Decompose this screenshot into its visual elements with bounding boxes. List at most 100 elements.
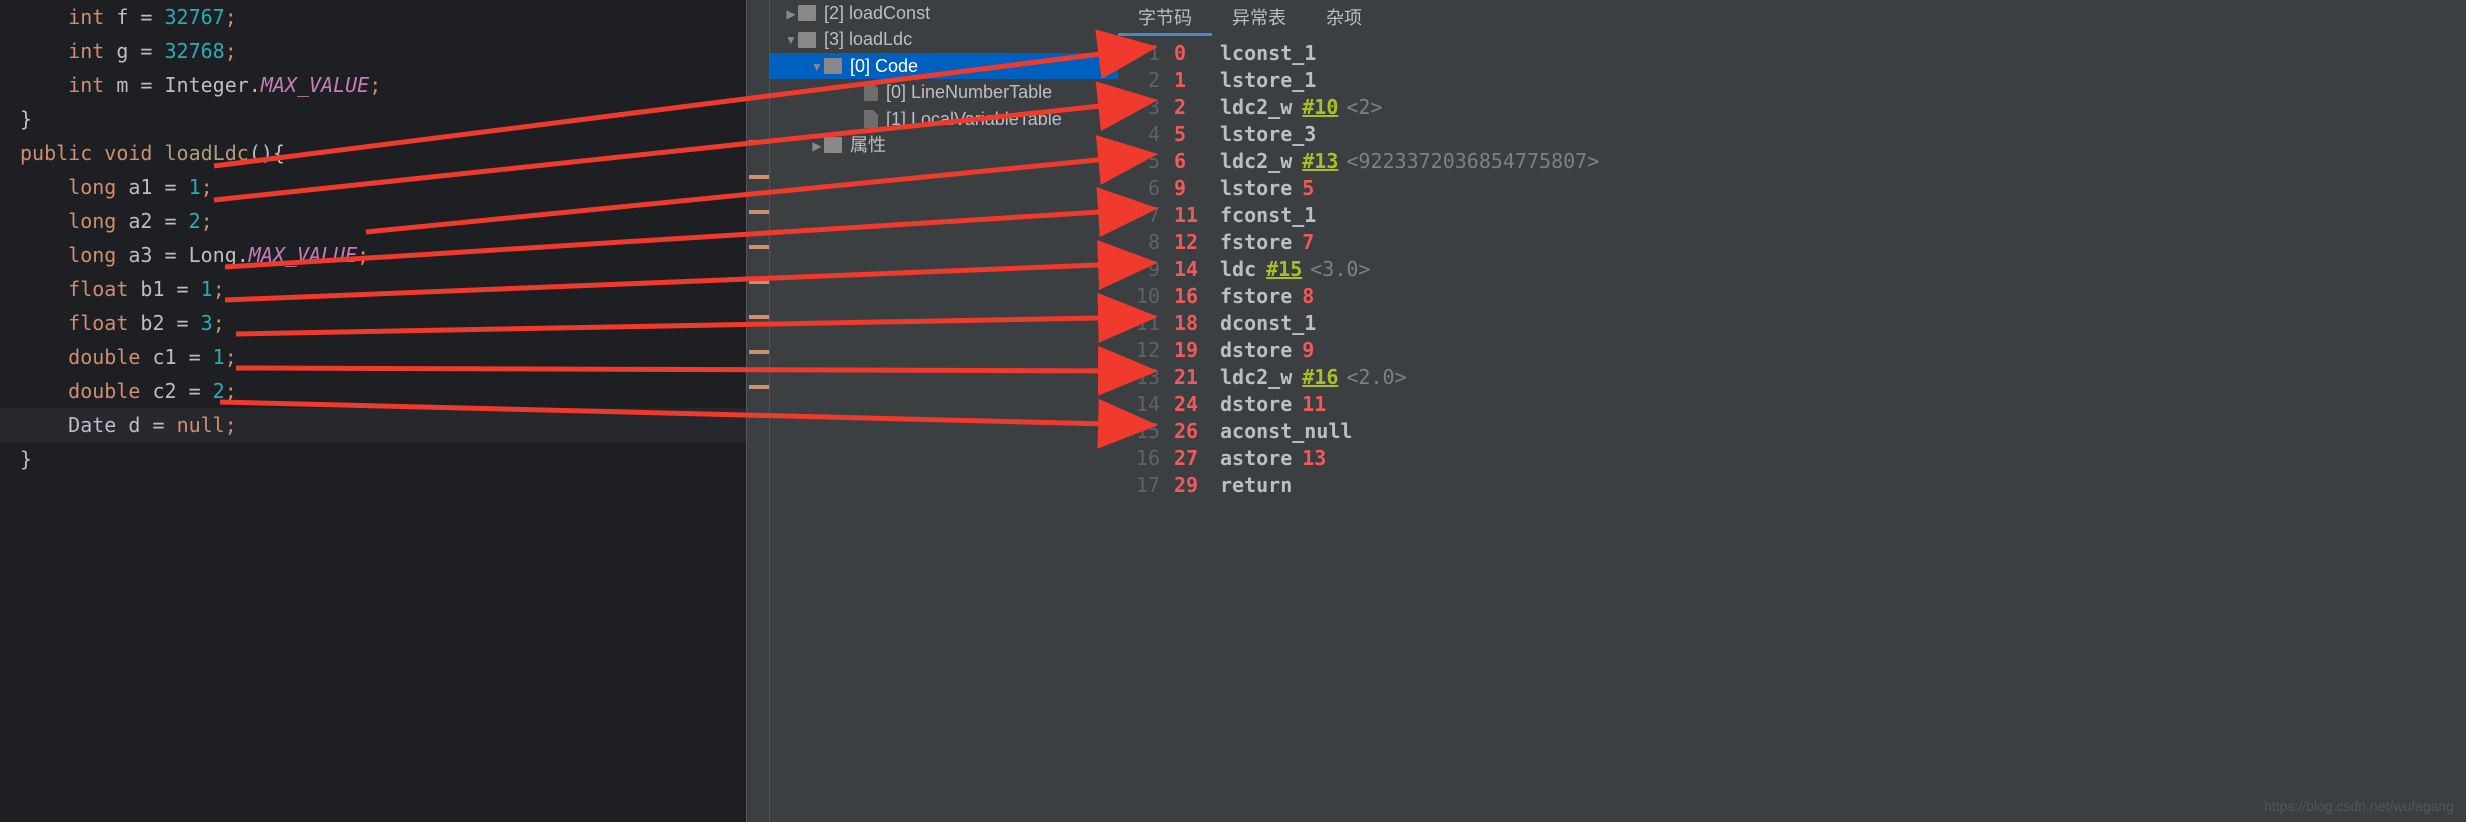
gutter-mark <box>749 245 769 249</box>
bytecode-arg: 9 <box>1302 337 1314 364</box>
bytecode-const-ref: #10 <box>1302 94 1338 121</box>
bytecode-offset: 21 <box>1174 364 1210 391</box>
main-layout: int f = 32767; int g = 32768; int m = In… <box>0 0 2466 822</box>
bytecode-offset: 11 <box>1174 202 1210 229</box>
code-line[interactable]: long a1 = 1; <box>0 170 746 204</box>
tab[interactable]: 杂项 <box>1306 0 1382 36</box>
tree-item[interactable]: [0] LineNumberTable <box>770 79 1118 105</box>
bytecode-const-ref: #16 <box>1302 364 1338 391</box>
code-line[interactable]: int g = 32768; <box>0 34 746 68</box>
bytecode-line[interactable]: 56ldc2_w#13<9223372036854775807> <box>1118 148 2466 175</box>
bytecode-line[interactable]: 69lstore5 <box>1118 175 2466 202</box>
tab[interactable]: 字节码 <box>1118 0 1212 36</box>
bytecode-offset: 6 <box>1174 148 1210 175</box>
bytecode-offset: 29 <box>1174 472 1210 499</box>
bytecode-line[interactable]: 914ldc#15<3.0> <box>1118 256 2466 283</box>
editor-gutter <box>746 0 770 822</box>
bytecode-offset: 26 <box>1174 418 1210 445</box>
bytecode-line[interactable]: 45lstore_3 <box>1118 121 2466 148</box>
bytecode-body: 10lconst_121lstore_132ldc2_w#10<2>45lsto… <box>1118 36 2466 499</box>
tree-item[interactable]: [1] LocalVariableTable <box>770 106 1118 132</box>
bytecode-mnemonic: lstore_3 <box>1220 121 1316 148</box>
code-line[interactable]: float b2 = 3; <box>0 306 746 340</box>
bytecode-mnemonic: return <box>1220 472 1292 499</box>
code-line[interactable]: double c2 = 2; <box>0 374 746 408</box>
code-line[interactable]: long a2 = 2; <box>0 204 746 238</box>
folder-icon <box>798 5 816 21</box>
tree-item-label: [3] loadLdc <box>824 26 912 52</box>
bytecode-line[interactable]: 1321 ldc2_w #16 <2.0> <box>1118 364 2466 391</box>
bytecode-offset: 16 <box>1174 283 1210 310</box>
bytecode-line[interactable]: 711fconst_1 <box>1118 202 2466 229</box>
gutter-mark <box>749 175 769 179</box>
disclosure-arrow-icon[interactable] <box>810 52 824 80</box>
bytecode-line[interactable]: 1118dconst_1 <box>1118 310 2466 337</box>
bytecode-mnemonic: astore <box>1220 445 1292 472</box>
bytecode-line[interactable]: 1016fstore8 <box>1118 283 2466 310</box>
bytecode-comment: <2> <box>1346 94 1382 121</box>
bytecode-line[interactable]: 1424dstore11 <box>1118 391 2466 418</box>
bytecode-line-number: 2 <box>1118 67 1174 94</box>
gutter-mark <box>749 280 769 284</box>
disclosure-arrow-icon[interactable] <box>784 0 798 27</box>
bytecode-line-number: 11 <box>1118 310 1174 337</box>
disclosure-arrow-icon[interactable] <box>784 25 798 53</box>
code-line[interactable]: } <box>0 102 746 136</box>
tab[interactable]: 异常表 <box>1212 0 1306 36</box>
bytecode-mnemonic: ldc2_w <box>1220 364 1292 391</box>
code-line[interactable]: int m = Integer.MAX_VALUE; <box>0 68 746 102</box>
structure-tree-pane[interactable]: [2] loadConst[3] loadLdc[0] Code[0] Line… <box>770 0 1118 822</box>
bytecode-line-number: 1 <box>1118 40 1174 67</box>
folder-icon <box>824 137 842 153</box>
bytecode-comment: <2.0> <box>1346 364 1406 391</box>
bytecode-arg: 11 <box>1302 391 1326 418</box>
bytecode-line[interactable]: 1219dstore9 <box>1118 337 2466 364</box>
bytecode-offset: 2 <box>1174 94 1210 121</box>
bytecode-line-number: 9 <box>1118 256 1174 283</box>
tree-item[interactable]: [0] Code <box>770 53 1118 79</box>
code-line[interactable]: double c1 = 1; <box>0 340 746 374</box>
bytecode-line-number: 5 <box>1118 148 1174 175</box>
code-line[interactable]: float b1 = 1; <box>0 272 746 306</box>
bytecode-line[interactable]: 10lconst_1 <box>1118 40 2466 67</box>
bytecode-mnemonic: ldc2_w <box>1220 148 1292 175</box>
bytecode-line-number: 4 <box>1118 121 1174 148</box>
bytecode-line[interactable]: 32ldc2_w#10<2> <box>1118 94 2466 121</box>
bytecode-line-number: 17 <box>1118 472 1174 499</box>
bytecode-line[interactable]: 21lstore_1 <box>1118 67 2466 94</box>
gutter-mark <box>749 140 769 144</box>
bytecode-line[interactable]: 1627astore13 <box>1118 445 2466 472</box>
bytecode-offset: 9 <box>1174 175 1210 202</box>
code-line[interactable]: int f = 32767; <box>0 0 746 34</box>
bytecode-offset: 12 <box>1174 229 1210 256</box>
bytecode-line[interactable]: 1526aconst_null <box>1118 418 2466 445</box>
watermark: https://blog.csdn.net/wufagang <box>2264 798 2454 814</box>
bytecode-mnemonic: aconst_null <box>1220 418 1352 445</box>
bytecode-comment: <9223372036854775807> <box>1346 148 1599 175</box>
bytecode-arg: 8 <box>1302 283 1314 310</box>
bytecode-mnemonic: fconst_1 <box>1220 202 1316 229</box>
disclosure-arrow-icon[interactable] <box>810 131 824 159</box>
bytecode-offset: 18 <box>1174 310 1210 337</box>
bytecode-mnemonic: dstore <box>1220 391 1292 418</box>
bytecode-line-number: 13 <box>1118 364 1174 391</box>
tree-item-label: [2] loadConst <box>824 0 930 26</box>
bytecode-line-number: 12 <box>1118 337 1174 364</box>
bytecode-arg: 13 <box>1302 445 1326 472</box>
tree-item[interactable]: [2] loadConst <box>770 0 1118 26</box>
tree-item[interactable]: [3] loadLdc <box>770 26 1118 52</box>
code-line[interactable]: public void loadLdc(){ <box>0 136 746 170</box>
tree-item-label: [0] LineNumberTable <box>886 79 1052 105</box>
bytecode-mnemonic: ldc2_w <box>1220 94 1292 121</box>
gutter-mark <box>749 350 769 354</box>
tree-item[interactable]: 属性 <box>770 132 1118 158</box>
gutter-mark <box>749 210 769 214</box>
code-editor-pane[interactable]: int f = 32767; int g = 32768; int m = In… <box>0 0 746 822</box>
bytecode-offset: 1 <box>1174 67 1210 94</box>
bytecode-comment: <3.0> <box>1310 256 1370 283</box>
bytecode-line[interactable]: 812fstore7 <box>1118 229 2466 256</box>
code-line[interactable]: Date d = null; <box>0 408 746 442</box>
bytecode-line[interactable]: 1729 return <box>1118 472 2466 499</box>
code-line[interactable]: long a3 = Long.MAX_VALUE; <box>0 238 746 272</box>
code-line[interactable]: } <box>0 442 746 476</box>
